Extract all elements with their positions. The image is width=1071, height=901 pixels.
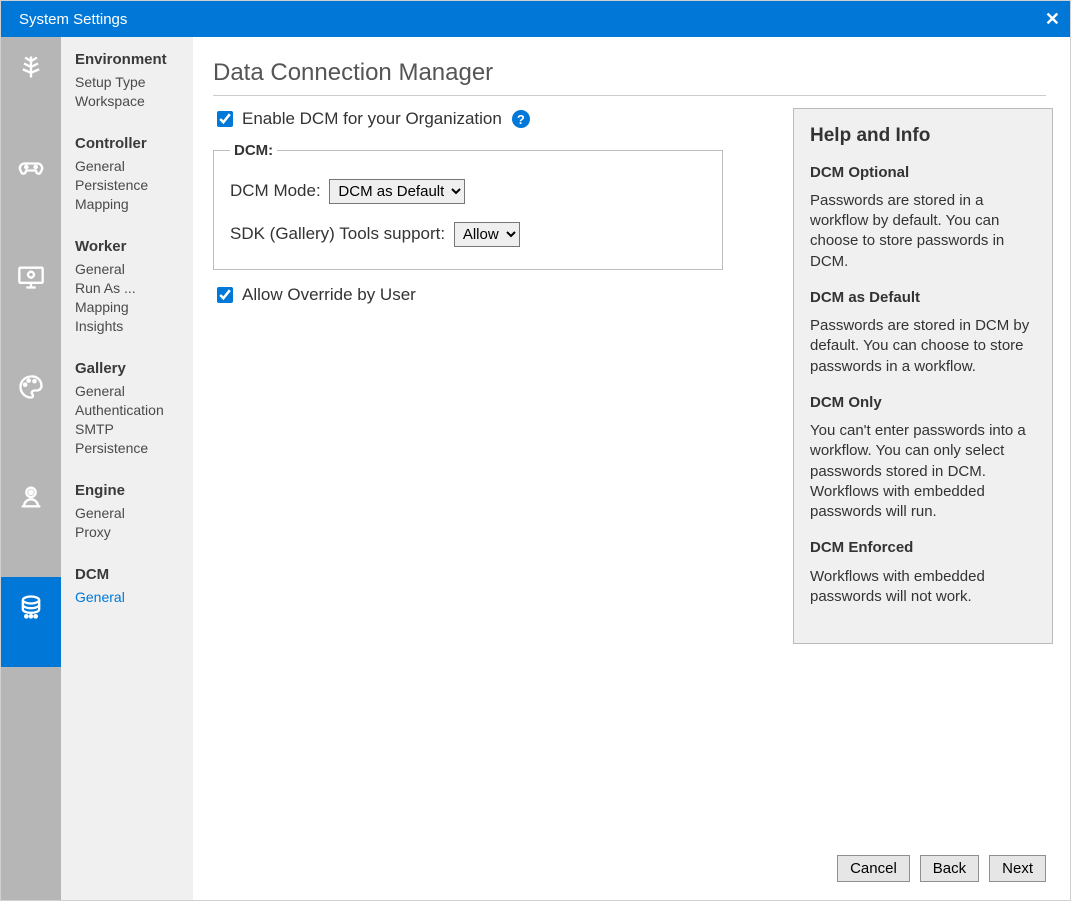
nav-link-engine-proxy[interactable]: Proxy	[75, 524, 193, 540]
help-column: Help and Info DCM Optional Passwords are…	[793, 108, 1053, 644]
nav-link-engine-general[interactable]: General	[75, 505, 193, 521]
dcm-fieldset-legend: DCM:	[230, 142, 277, 159]
help-section-body: You can't enter passwords into a workflo…	[810, 421, 1036, 522]
sdk-support-select[interactable]: Allow	[454, 222, 520, 247]
nav-link-workspace[interactable]: Workspace	[75, 93, 193, 109]
content-row: Enable DCM for your Organization ? DCM: …	[213, 108, 1046, 644]
nav-section-controller: Controller General Persistence Mapping	[75, 135, 193, 212]
dcm-mode-row: DCM Mode: DCM as Default	[230, 179, 706, 204]
back-button[interactable]: Back	[920, 855, 979, 882]
enable-dcm-checkbox[interactable]	[217, 111, 233, 127]
nav-heading-gallery: Gallery	[75, 360, 193, 377]
sdk-support-label: SDK (Gallery) Tools support:	[230, 224, 445, 243]
footer-buttons: Cancel Back Next	[837, 855, 1046, 882]
help-section-heading: DCM Only	[810, 393, 1036, 413]
database-icon	[17, 593, 45, 624]
help-section-heading: DCM as Default	[810, 288, 1036, 308]
nav-link-worker-mapping[interactable]: Mapping	[75, 299, 193, 315]
nav-section-dcm: DCM General	[75, 566, 193, 605]
cancel-button[interactable]: Cancel	[837, 855, 910, 882]
window-body: Environment Setup Type Workspace Control…	[1, 37, 1070, 900]
rail-item-gallery[interactable]	[1, 357, 61, 467]
sdk-support-row: SDK (Gallery) Tools support: Allow	[230, 222, 706, 247]
nav-section-worker: Worker General Run As ... Mapping Insigh…	[75, 238, 193, 334]
title-divider	[213, 95, 1046, 96]
nav-link-controller-persistence[interactable]: Persistence	[75, 177, 193, 193]
dcm-fieldset: DCM: DCM Mode: DCM as Default SDK (Galle…	[213, 142, 723, 270]
rail-item-environment[interactable]	[1, 37, 61, 137]
nav-section-engine: Engine General Proxy	[75, 482, 193, 540]
nav-heading-engine: Engine	[75, 482, 193, 499]
allow-override-row: Allow Override by User	[213, 284, 753, 306]
dcm-mode-label: DCM Mode:	[230, 181, 321, 200]
nav-link-setup-type[interactable]: Setup Type	[75, 74, 193, 90]
titlebar: System Settings ✕	[1, 1, 1070, 37]
nav-link-gallery-general[interactable]: General	[75, 383, 193, 399]
help-panel-title: Help and Info	[810, 123, 1036, 149]
side-nav: Environment Setup Type Workspace Control…	[61, 37, 193, 900]
nav-link-worker-runas[interactable]: Run As ...	[75, 280, 193, 296]
nav-heading-worker: Worker	[75, 238, 193, 255]
rail-item-dcm[interactable]	[1, 577, 61, 667]
allow-override-checkbox[interactable]	[217, 287, 233, 303]
nav-heading-controller: Controller	[75, 135, 193, 152]
leaf-icon	[17, 53, 45, 84]
close-icon[interactable]: ✕	[1045, 9, 1060, 30]
nav-link-controller-mapping[interactable]: Mapping	[75, 196, 193, 212]
nav-section-gallery: Gallery General Authentication SMTP Pers…	[75, 360, 193, 456]
window-title: System Settings	[19, 11, 127, 28]
nav-link-gallery-persistence[interactable]: Persistence	[75, 440, 193, 456]
engine-icon	[17, 483, 45, 514]
main-content: Data Connection Manager Enable DCM for y…	[193, 37, 1070, 900]
help-section-body: Passwords are stored in DCM by default. …	[810, 316, 1036, 377]
nav-section-environment: Environment Setup Type Workspace	[75, 51, 193, 109]
rail-item-engine[interactable]	[1, 467, 61, 577]
nav-heading-environment: Environment	[75, 51, 193, 68]
system-settings-window: { "window": { "title": "System Settings"…	[0, 0, 1071, 901]
icon-rail	[1, 37, 61, 900]
help-section-body: Passwords are stored in a workflow by de…	[810, 191, 1036, 272]
enable-dcm-label: Enable DCM for your Organization	[242, 109, 502, 129]
enable-dcm-row: Enable DCM for your Organization ?	[213, 108, 753, 130]
page-title: Data Connection Manager	[213, 59, 1046, 87]
help-section-heading: DCM Enforced	[810, 538, 1036, 558]
allow-override-label: Allow Override by User	[242, 285, 416, 305]
nav-link-controller-general[interactable]: General	[75, 158, 193, 174]
monitor-gear-icon	[17, 263, 45, 294]
dcm-mode-select[interactable]: DCM as Default	[329, 179, 465, 204]
nav-heading-dcm: DCM	[75, 566, 193, 583]
palette-icon	[17, 373, 45, 404]
next-button[interactable]: Next	[989, 855, 1046, 882]
nav-link-worker-insights[interactable]: Insights	[75, 318, 193, 334]
help-icon[interactable]: ?	[512, 110, 530, 128]
help-section-body: Workflows with embedded passwords will n…	[810, 567, 1036, 608]
help-panel: Help and Info DCM Optional Passwords are…	[793, 108, 1053, 644]
nav-link-gallery-smtp[interactable]: SMTP	[75, 421, 193, 437]
help-section-heading: DCM Optional	[810, 163, 1036, 183]
nav-link-dcm-general[interactable]: General	[75, 589, 193, 605]
nav-link-gallery-authentication[interactable]: Authentication	[75, 402, 193, 418]
form-column: Enable DCM for your Organization ? DCM: …	[213, 108, 753, 318]
rail-item-worker[interactable]	[1, 247, 61, 357]
gamepad-icon	[17, 153, 45, 184]
nav-link-worker-general[interactable]: General	[75, 261, 193, 277]
rail-item-controller[interactable]	[1, 137, 61, 247]
